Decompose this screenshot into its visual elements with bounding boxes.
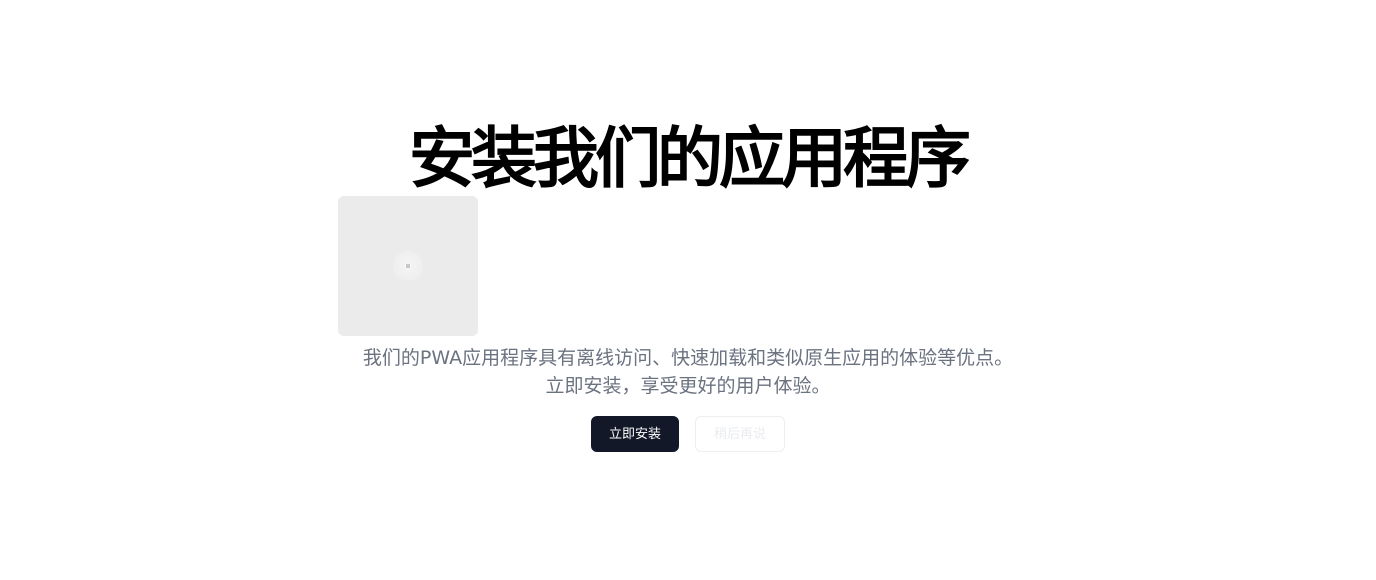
loading-icon	[393, 251, 423, 281]
later-button[interactable]: 稍后再说	[695, 416, 785, 452]
install-description: 我们的PWA应用程序具有离线访问、快速加载和类似原生应用的体验等优点。 立即安装…	[0, 344, 1376, 400]
description-line-1: 我们的PWA应用程序具有离线访问、快速加载和类似原生应用的体验等优点。	[362, 347, 1014, 369]
loading-dot	[405, 263, 411, 269]
page-title: 安装我们的应用程序	[409, 120, 971, 197]
app-icon-placeholder	[338, 196, 478, 336]
description-line-2: 立即安装，享受更好的用户体验。	[545, 375, 831, 397]
install-prompt-page: 安装我们的应用程序 我们的PWA应用程序具有离线访问、快速加载和类似原生应用的体…	[0, 0, 1376, 580]
install-now-button[interactable]: 立即安装	[591, 416, 679, 452]
